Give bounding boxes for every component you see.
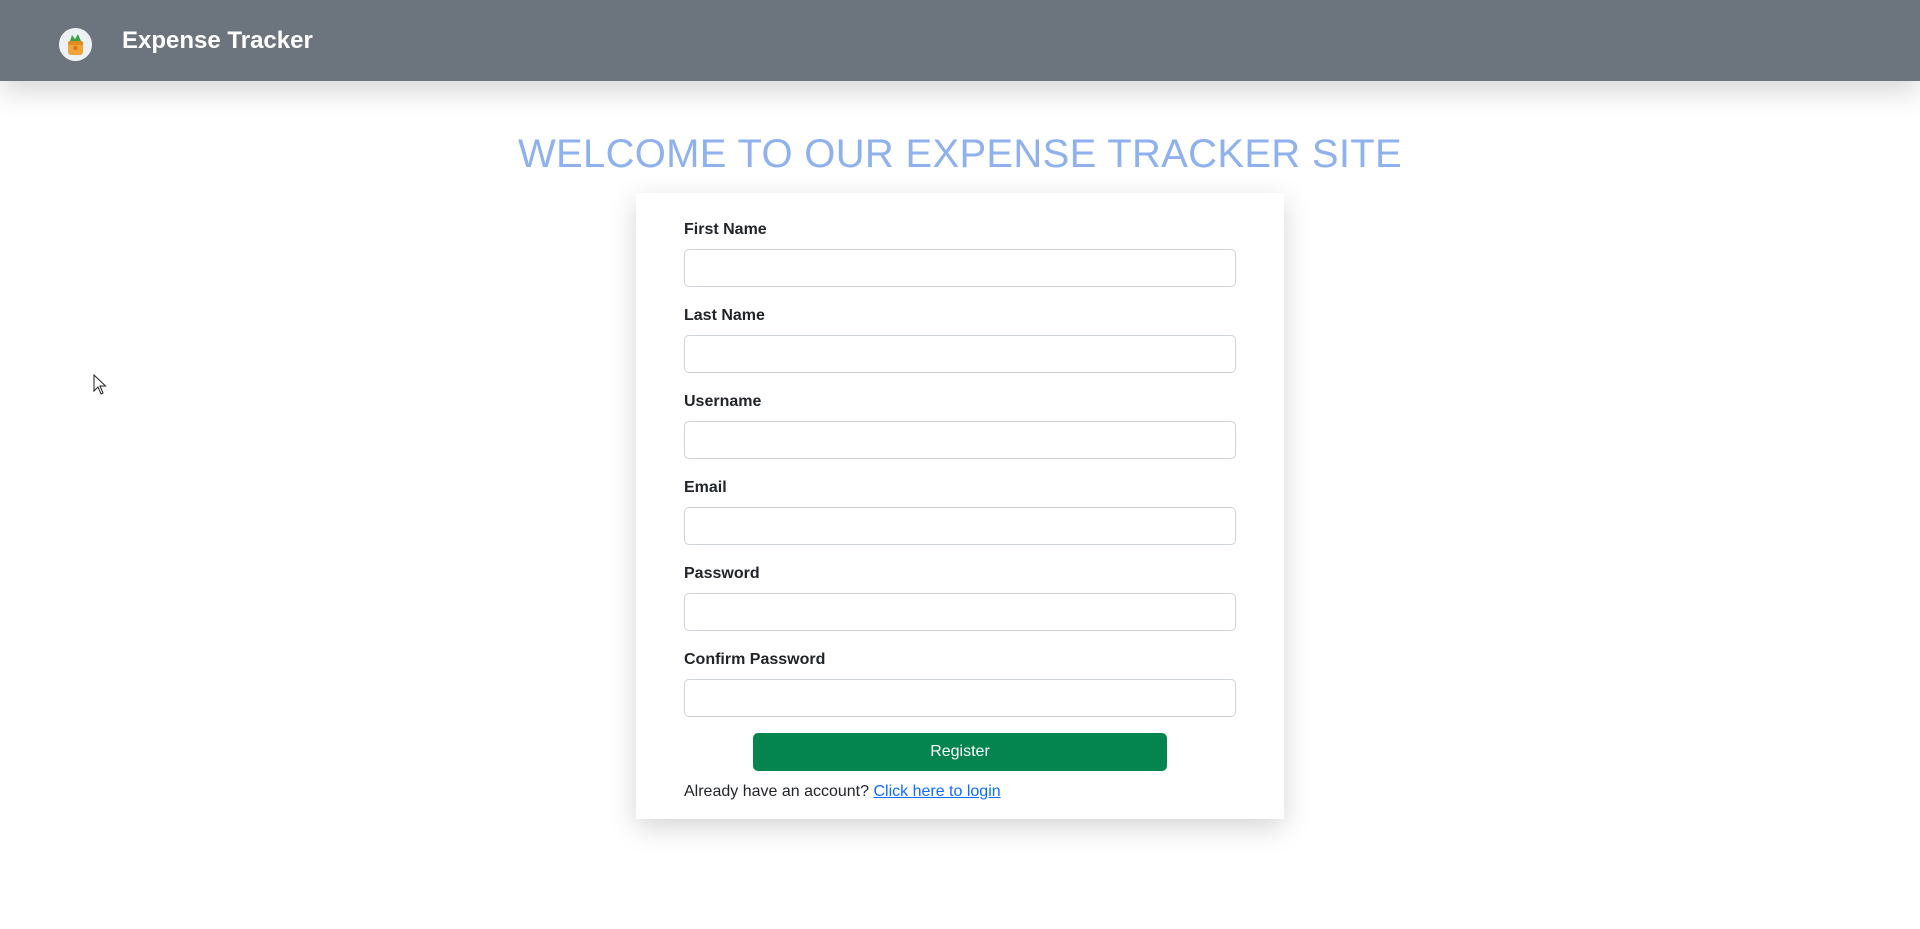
wallet-money-icon[interactable]: [59, 28, 92, 61]
email-input[interactable]: [684, 507, 1236, 545]
last-name-label: Last Name: [684, 307, 765, 324]
password-input[interactable]: [684, 593, 1236, 631]
navbar: Expense Tracker: [0, 0, 1920, 81]
register-form-card: First Name Last Name Username Email Pass…: [636, 193, 1284, 819]
register-button[interactable]: Register: [753, 733, 1167, 771]
first-name-label: First Name: [684, 221, 767, 238]
brand-title[interactable]: Expense Tracker: [122, 26, 313, 56]
last-name-input[interactable]: [684, 335, 1236, 373]
username-input[interactable]: [684, 421, 1236, 459]
email-label: Email: [684, 479, 727, 496]
first-name-input[interactable]: [684, 249, 1236, 287]
login-prompt-text: Already have an account?: [684, 783, 870, 800]
login-link[interactable]: Click here to login: [873, 783, 1000, 800]
confirm-password-input[interactable]: [684, 679, 1236, 717]
username-label: Username: [684, 393, 762, 410]
password-label: Password: [684, 565, 760, 582]
mouse-cursor-icon: [93, 373, 107, 396]
confirm-password-label: Confirm Password: [684, 651, 826, 668]
login-prompt-line: Already have an account? Click here to l…: [684, 781, 1001, 803]
welcome-heading: WELCOME TO OUR EXPENSE TRACKER SITE: [517, 132, 1402, 176]
